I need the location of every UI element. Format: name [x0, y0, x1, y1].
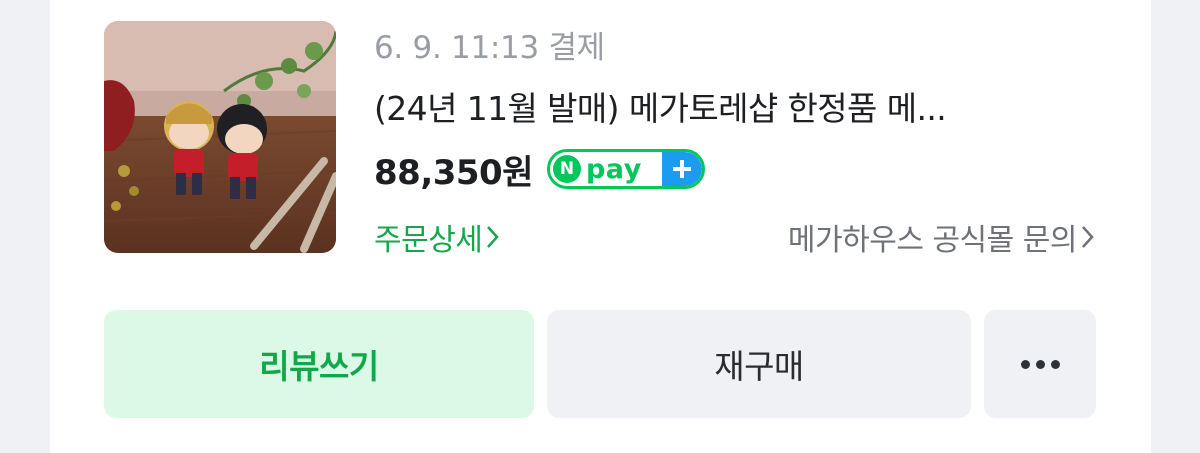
price-row: 88,350원 N pay: [374, 146, 705, 193]
product-title[interactable]: (24년 11월 발매) 메가토레샵 한정품 메...: [374, 82, 1094, 130]
order-card: 6. 9. 11:13 결제 (24년 11월 발매) 메가토레샵 한정품 메.…: [50, 0, 1151, 453]
rebuy-button[interactable]: 재구매: [547, 310, 971, 418]
product-thumbnail[interactable]: [104, 21, 336, 253]
product-image: [104, 21, 336, 253]
naver-n-icon: N: [552, 155, 581, 183]
npay-text: pay: [585, 153, 642, 185]
chevron-right-icon: [487, 226, 500, 248]
order-detail-label: 주문상세: [374, 223, 483, 258]
more-horizontal-icon: [1020, 359, 1060, 369]
seller-inquiry-link[interactable]: 메가하우스 공식몰 문의: [788, 215, 1095, 259]
plus-icon: [661, 152, 702, 186]
npay-plus-badge: N pay: [546, 149, 705, 189]
write-review-button[interactable]: 리뷰쓰기: [104, 310, 534, 418]
seller-inquiry-label: 메가하우스 공식몰 문의: [787, 223, 1078, 258]
chevron-right-icon: [1082, 226, 1094, 248]
order-detail-link[interactable]: 주문상세: [374, 215, 500, 259]
product-price: 88,350원: [374, 152, 533, 193]
order-date: 6. 9. 11:13 결제: [374, 30, 605, 66]
more-options-button[interactable]: [984, 310, 1096, 418]
